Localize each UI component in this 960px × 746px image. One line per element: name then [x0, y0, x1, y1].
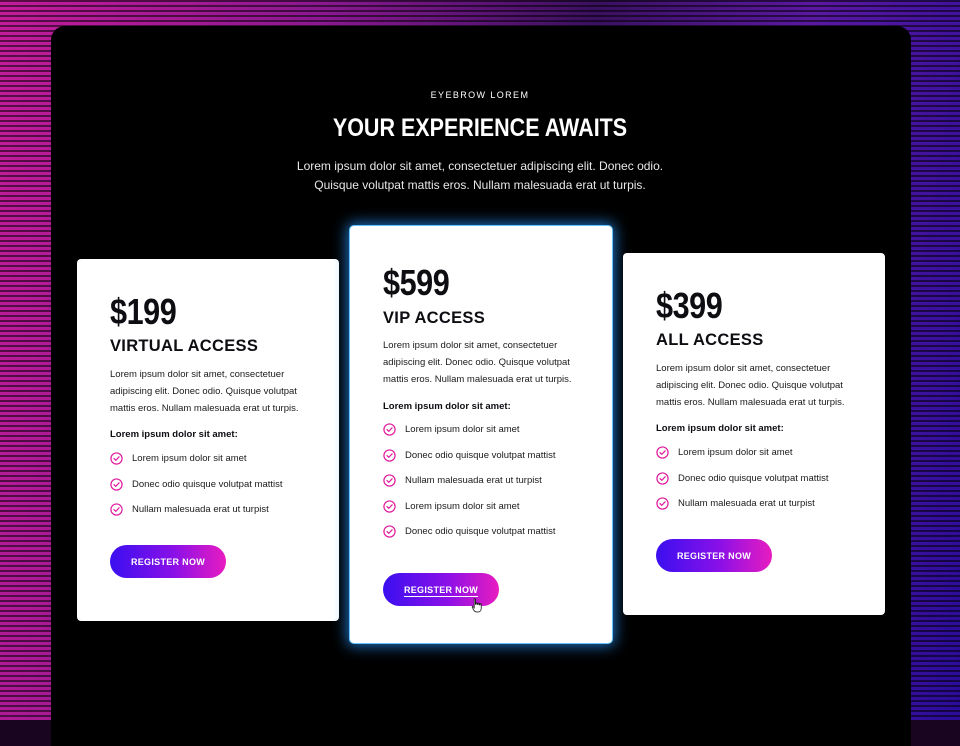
- feature-item: Donec odio quisque volutpat mattist: [383, 525, 556, 551]
- price: $199: [110, 291, 177, 332]
- feature-text: Lorem ipsum dolor sit amet: [132, 453, 247, 464]
- feature-list: Lorem ipsum dolor sit amet Donec odio qu…: [656, 446, 829, 523]
- feature-text: Donec odio quisque volutpat mattist: [132, 478, 283, 490]
- feature-text: Nullam malesuada erat ut turpist: [405, 475, 542, 486]
- check-circle-icon: [383, 448, 396, 462]
- plan-name: VIRTUAL ACCESS: [110, 337, 259, 355]
- hand-pointer-icon: [471, 598, 482, 613]
- features-heading: Lorem ipsum dolor sit amet:: [110, 429, 238, 440]
- check-circle-icon: [110, 477, 123, 491]
- feature-text: Donec odio quisque volutpat mattist: [405, 449, 556, 461]
- feature-text: Nullam malesuada erat ut turpist: [132, 504, 269, 515]
- feature-list: Lorem ipsum dolor sit amet Donec odio qu…: [383, 423, 556, 551]
- features-heading: Lorem ipsum dolor sit amet:: [656, 423, 784, 434]
- check-circle-icon: [383, 499, 396, 513]
- plan-description: Lorem ipsum dolor sit amet, consectetuer…: [383, 340, 572, 385]
- pricing-card-vip: $599 VIP ACCESS Lorem ipsum dolor sit am…: [350, 226, 612, 643]
- check-circle-icon: [383, 474, 396, 487]
- pricing-card-virtual: $199 VIRTUAL ACCESS Lorem ipsum dolor si…: [77, 259, 339, 621]
- check-circle-icon: [656, 471, 669, 485]
- feature-item: Donec odio quisque volutpat mattist: [383, 448, 556, 475]
- feature-list: Lorem ipsum dolor sit amet Donec odio qu…: [110, 452, 283, 529]
- register-now-button[interactable]: REGISTER NOW: [110, 545, 226, 578]
- price: $599: [383, 262, 450, 303]
- feature-text: Donec odio quisque volutpat mattist: [678, 472, 829, 484]
- feature-text: Nullam malesuada erat ut turpist: [678, 498, 815, 509]
- feature-item: Lorem ipsum dolor sit amet: [383, 499, 556, 526]
- check-circle-icon: [110, 503, 123, 516]
- check-circle-icon: [110, 452, 123, 465]
- feature-item: Lorem ipsum dolor sit amet: [656, 446, 829, 472]
- register-now-button[interactable]: REGISTER NOW: [656, 539, 772, 572]
- plan-name: VIP ACCESS: [383, 309, 486, 327]
- check-circle-icon: [383, 525, 396, 538]
- feature-text: Lorem ipsum dolor sit amet: [678, 447, 793, 458]
- button-label: REGISTER NOW: [403, 584, 479, 595]
- features-heading: Lorem ipsum dolor sit amet:: [383, 401, 511, 412]
- page-title: YOUR EXPERIENCE AWAITS: [332, 114, 628, 142]
- feature-item: Nullam malesuada erat ut turpist: [383, 474, 556, 500]
- button-label: REGISTER NOW: [676, 550, 752, 561]
- page-subtitle: Lorem ipsum dolor sit amet, consectetuer…: [296, 159, 664, 192]
- feature-item: Donec odio quisque volutpat mattist: [656, 471, 829, 498]
- button-label: REGISTER NOW: [130, 556, 206, 567]
- price: $399: [656, 285, 723, 326]
- plan-description: Lorem ipsum dolor sit amet, consectetuer…: [656, 363, 845, 408]
- eyebrow-text: EYEBROW LOREM: [430, 90, 530, 100]
- feature-item: Nullam malesuada erat ut turpist: [110, 503, 283, 529]
- check-circle-icon: [383, 423, 396, 436]
- plan-description: Lorem ipsum dolor sit amet, consectetuer…: [110, 369, 299, 414]
- plan-name: ALL ACCESS: [656, 331, 764, 349]
- feature-text: Lorem ipsum dolor sit amet: [405, 500, 520, 512]
- feature-text: Donec odio quisque volutpat mattist: [405, 526, 556, 537]
- check-circle-icon: [656, 497, 669, 510]
- feature-item: Lorem ipsum dolor sit amet: [110, 452, 283, 478]
- feature-item: Lorem ipsum dolor sit amet: [383, 423, 556, 449]
- pricing-card-all-access: $399 ALL ACCESS Lorem ipsum dolor sit am…: [623, 253, 885, 615]
- feature-item: Donec odio quisque volutpat mattist: [110, 477, 283, 504]
- check-circle-icon: [656, 446, 669, 459]
- feature-item: Nullam malesuada erat ut turpist: [656, 497, 829, 523]
- feature-text: Lorem ipsum dolor sit amet: [405, 424, 520, 435]
